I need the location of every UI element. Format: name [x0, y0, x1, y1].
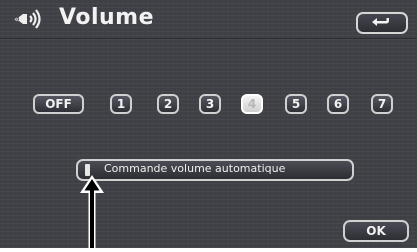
svg-text:«: « [14, 15, 20, 25]
volume-level-4-button[interactable]: 4 [241, 94, 263, 114]
volume-screen: « Volume OFF 1 2 3 4 5 6 7 Commande volu… [0, 0, 417, 248]
volume-level-6-button[interactable]: 6 [327, 94, 349, 114]
auto-volume-toggle[interactable]: Commande volume automatique [76, 159, 354, 181]
back-button[interactable] [356, 12, 408, 34]
auto-volume-label: Commande volume automatique [104, 162, 286, 175]
volume-level-1-button[interactable]: 1 [110, 94, 132, 114]
speaker-volume-icon: « [13, 7, 55, 31]
volume-level-7-button[interactable]: 7 [371, 94, 393, 114]
title-bar: « Volume [0, 0, 417, 39]
ok-button[interactable]: OK [343, 220, 409, 242]
callout-arrow-icon [78, 173, 106, 248]
page-title: Volume [59, 5, 154, 30]
volume-level-3-button[interactable]: 3 [199, 94, 221, 114]
volume-level-5-button[interactable]: 5 [285, 94, 307, 114]
volume-level-2-button[interactable]: 2 [157, 94, 179, 114]
volume-off-button[interactable]: OFF [33, 94, 84, 114]
